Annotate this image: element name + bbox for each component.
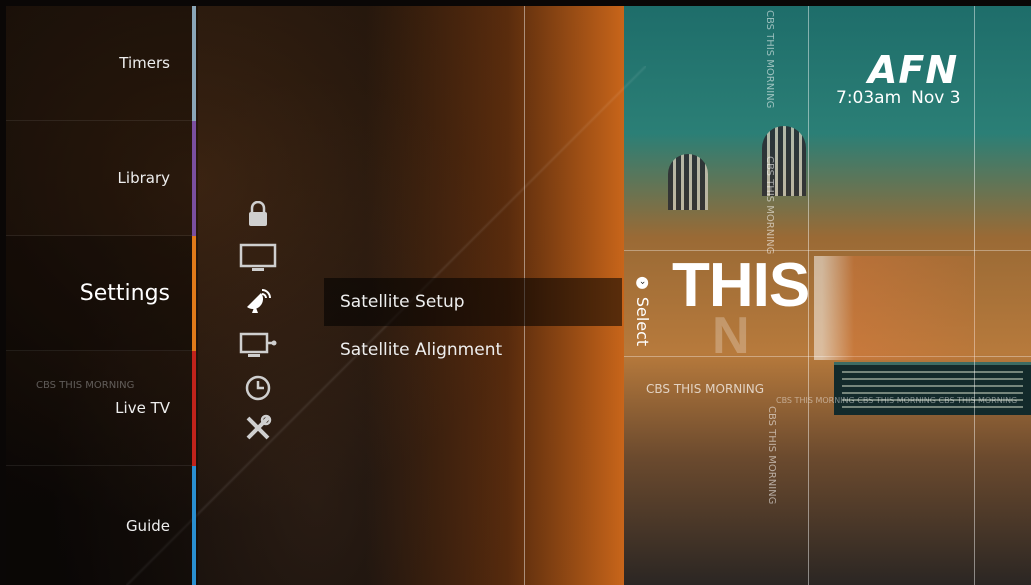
nav-item-label: Library bbox=[117, 169, 170, 187]
promo-strip-text: CBS THIS MORNING CBS THIS MORNING CBS TH… bbox=[776, 396, 1018, 405]
nav-accent-library bbox=[192, 121, 196, 236]
tools-icon[interactable] bbox=[238, 412, 278, 444]
tv-icon[interactable] bbox=[238, 242, 278, 274]
nav-item-live-tv[interactable]: Live TV bbox=[6, 351, 192, 466]
main-nav: Timers Library Settings Live TV Guide bbox=[6, 6, 198, 585]
nav-item-label: Guide bbox=[125, 516, 170, 535]
satellite-icon[interactable] bbox=[238, 286, 278, 318]
nav-item-library[interactable]: Library bbox=[6, 121, 192, 236]
settings-icon-column bbox=[224, 186, 294, 446]
submenu-item-satellite-alignment[interactable]: Satellite Alignment bbox=[324, 326, 622, 374]
promo-vertical-text: CBS THIS MORNING bbox=[766, 406, 777, 505]
nav-item-label: Timers bbox=[119, 54, 170, 72]
afn-logo: AFN bbox=[868, 48, 959, 92]
departure-board bbox=[834, 362, 1031, 415]
promo-card bbox=[814, 256, 976, 360]
nav-item-label: Live TV bbox=[115, 399, 170, 417]
select-hint[interactable]: › Select bbox=[618, 256, 668, 366]
promo-vertical-text: CBS THIS MORNING bbox=[764, 156, 775, 255]
nav-accent-timers bbox=[192, 6, 196, 121]
window-arch bbox=[668, 154, 708, 210]
promo-ghost-text: N bbox=[712, 307, 750, 365]
nav-accent-live-tv bbox=[192, 351, 196, 466]
promo-strip-text: CBS THIS MORNING bbox=[646, 382, 765, 396]
clock-date: Nov 3 bbox=[911, 88, 961, 108]
satellite-submenu: Satellite Setup Satellite Alignment bbox=[324, 278, 622, 374]
nav-item-label: Settings bbox=[79, 280, 170, 306]
nav-item-guide[interactable]: Guide bbox=[6, 466, 192, 585]
clock-time: 7:03am bbox=[836, 88, 902, 108]
nav-item-settings[interactable]: Settings bbox=[6, 236, 192, 351]
clock-icon[interactable] bbox=[238, 372, 278, 404]
app-frame: CBS THIS MORNING CBS THIS MORNING CBS TH… bbox=[6, 6, 1031, 585]
nav-accent-guide bbox=[192, 466, 196, 585]
select-button-icon: › bbox=[637, 276, 650, 289]
select-hint-label: Select bbox=[633, 296, 653, 346]
lock-icon[interactable] bbox=[238, 198, 278, 230]
nav-item-timers[interactable]: Timers bbox=[6, 6, 192, 121]
clock-display: 7:03am Nov 3 bbox=[836, 88, 961, 108]
network-icon[interactable] bbox=[238, 330, 278, 362]
nav-accent-settings bbox=[192, 236, 196, 351]
promo-vertical-text: CBS THIS MORNING bbox=[764, 10, 775, 109]
submenu-item-satellite-setup[interactable]: Satellite Setup bbox=[324, 278, 622, 326]
